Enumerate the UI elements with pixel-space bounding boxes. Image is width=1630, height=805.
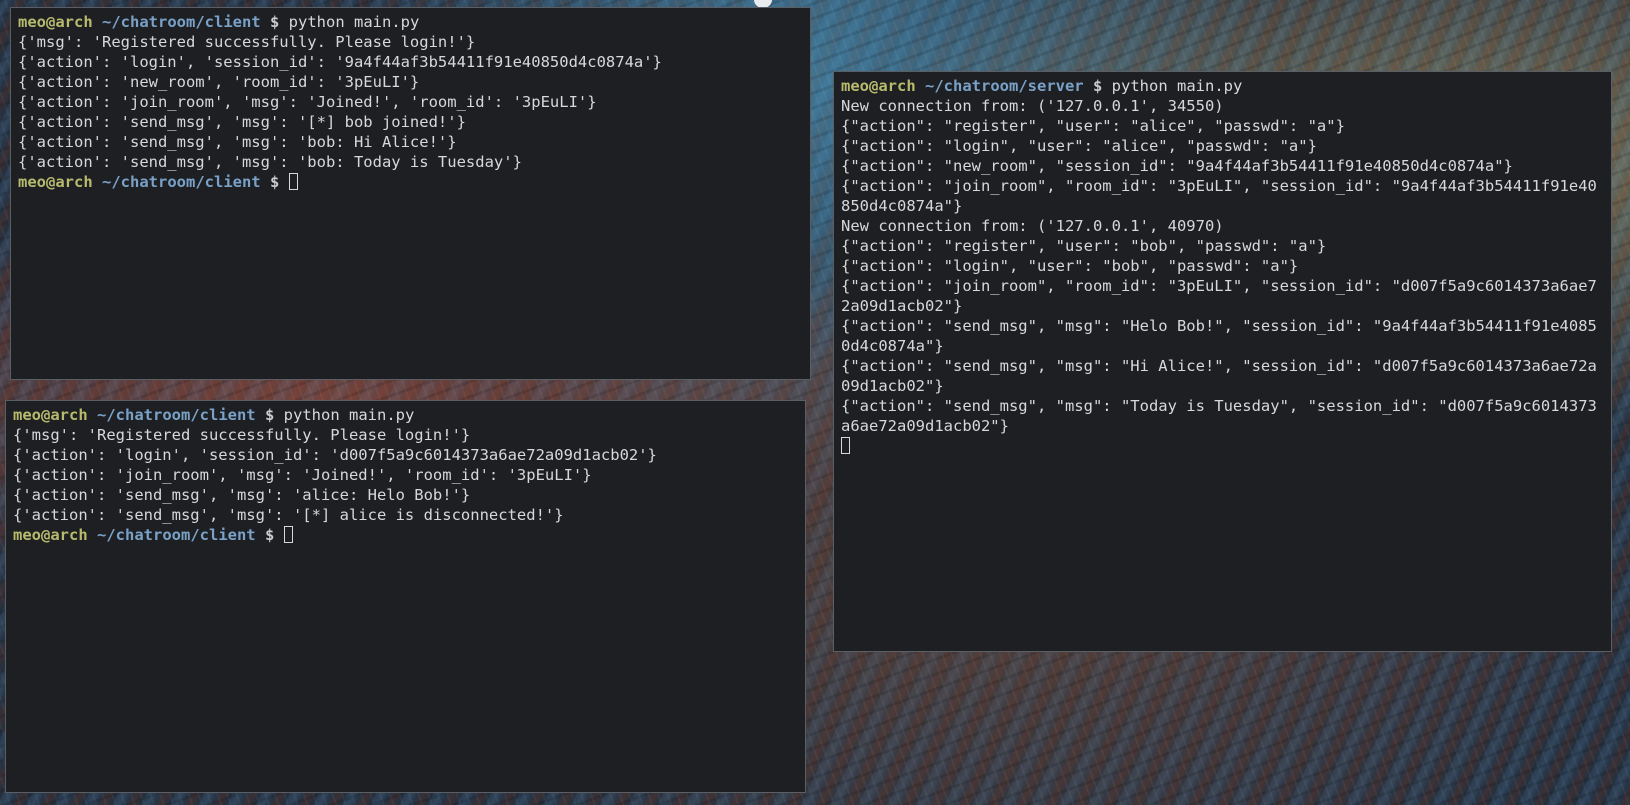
output-line: {'action': 'send_msg', 'msg': '[*] alice…	[13, 506, 564, 524]
output-line: {'msg': 'Registered successfully. Please…	[13, 426, 471, 444]
output-line: {'action': 'login', 'session_id': 'd007f…	[13, 446, 657, 464]
prompt-line: meo@arch ~/chatroom/server $ python main…	[841, 76, 1604, 96]
prompt-line[interactable]: meo@arch ~/chatroom/client $	[18, 172, 803, 192]
command-text: python main.py	[288, 13, 420, 31]
output-line: {"action": "login", "user": "bob", "pass…	[841, 257, 1299, 275]
prompt-sign: $	[1092, 77, 1103, 95]
cursor-line[interactable]	[841, 436, 1604, 456]
terminal-server[interactable]: meo@arch ~/chatroom/server $ python main…	[833, 71, 1612, 652]
output-line: {'action': 'login', 'session_id': '9a4f4…	[18, 53, 662, 71]
output-line: New connection from: ('127.0.0.1', 40970…	[841, 217, 1224, 235]
output-line: {"action": "send_msg", "msg": "Helo Bob!…	[841, 317, 1597, 355]
prompt-path: ~/chatroom/client	[102, 13, 261, 31]
terminal-cursor[interactable]	[288, 173, 298, 190]
prompt-user: meo@arch	[841, 77, 916, 95]
prompt-sign: $	[269, 13, 280, 31]
output-line: {'action': 'join_room', 'msg': 'Joined!'…	[13, 466, 592, 484]
prompt-line: meo@arch ~/chatroom/client $ python main…	[13, 405, 798, 425]
prompt-path: ~/chatroom/client	[97, 406, 256, 424]
output-line: {'action': 'new_room', 'room_id': '3pEuL…	[18, 73, 420, 91]
output-line: {"action": "login", "user": "alice", "pa…	[841, 137, 1317, 155]
prompt-user: meo@arch	[13, 406, 88, 424]
output-line: {"action": "register", "user": "alice", …	[841, 117, 1345, 135]
prompt-line[interactable]: meo@arch ~/chatroom/client $	[13, 525, 798, 545]
output-line: {'action': 'send_msg', 'msg': 'bob: Toda…	[18, 153, 522, 171]
output-line: {'msg': 'Registered successfully. Please…	[18, 33, 476, 51]
output-line: {"action": "register", "user": "bob", "p…	[841, 237, 1327, 255]
command-text: python main.py	[1111, 77, 1243, 95]
output-line: {'action': 'send_msg', 'msg': 'alice: He…	[13, 486, 471, 504]
prompt-user: meo@arch	[18, 13, 93, 31]
output-line: {"action": "join_room", "room_id": "3pEu…	[841, 277, 1597, 315]
terminal-client-alice[interactable]: meo@arch ~/chatroom/client $ python main…	[10, 7, 811, 380]
prompt-path: ~/chatroom/client	[102, 173, 261, 191]
terminal-client-bob[interactable]: meo@arch ~/chatroom/client $ python main…	[5, 400, 806, 793]
output-line: {"action": "join_room", "room_id": "3pEu…	[841, 177, 1597, 215]
command-text: python main.py	[283, 406, 415, 424]
terminal-cursor[interactable]	[283, 526, 293, 543]
output-line: {"action": "send_msg", "msg": "Today is …	[841, 397, 1597, 435]
prompt-sign: $	[264, 526, 275, 544]
prompt-user: meo@arch	[13, 526, 88, 544]
output-line: New connection from: ('127.0.0.1', 34550…	[841, 97, 1224, 115]
output-line: {'action': 'send_msg', 'msg': '[*] bob j…	[18, 113, 466, 131]
prompt-path: ~/chatroom/client	[97, 526, 256, 544]
prompt-user: meo@arch	[18, 173, 93, 191]
prompt-path: ~/chatroom/server	[925, 77, 1084, 95]
terminal-cursor[interactable]	[841, 437, 850, 454]
prompt-line: meo@arch ~/chatroom/client $ python main…	[18, 12, 803, 32]
output-line: {'action': 'join_room', 'msg': 'Joined!'…	[18, 93, 597, 111]
output-line: {"action": "new_room", "session_id": "9a…	[841, 157, 1513, 175]
prompt-sign: $	[269, 173, 280, 191]
output-line: {'action': 'send_msg', 'msg': 'bob: Hi A…	[18, 133, 457, 151]
prompt-sign: $	[264, 406, 275, 424]
output-line: {"action": "send_msg", "msg": "Hi Alice!…	[841, 357, 1597, 395]
